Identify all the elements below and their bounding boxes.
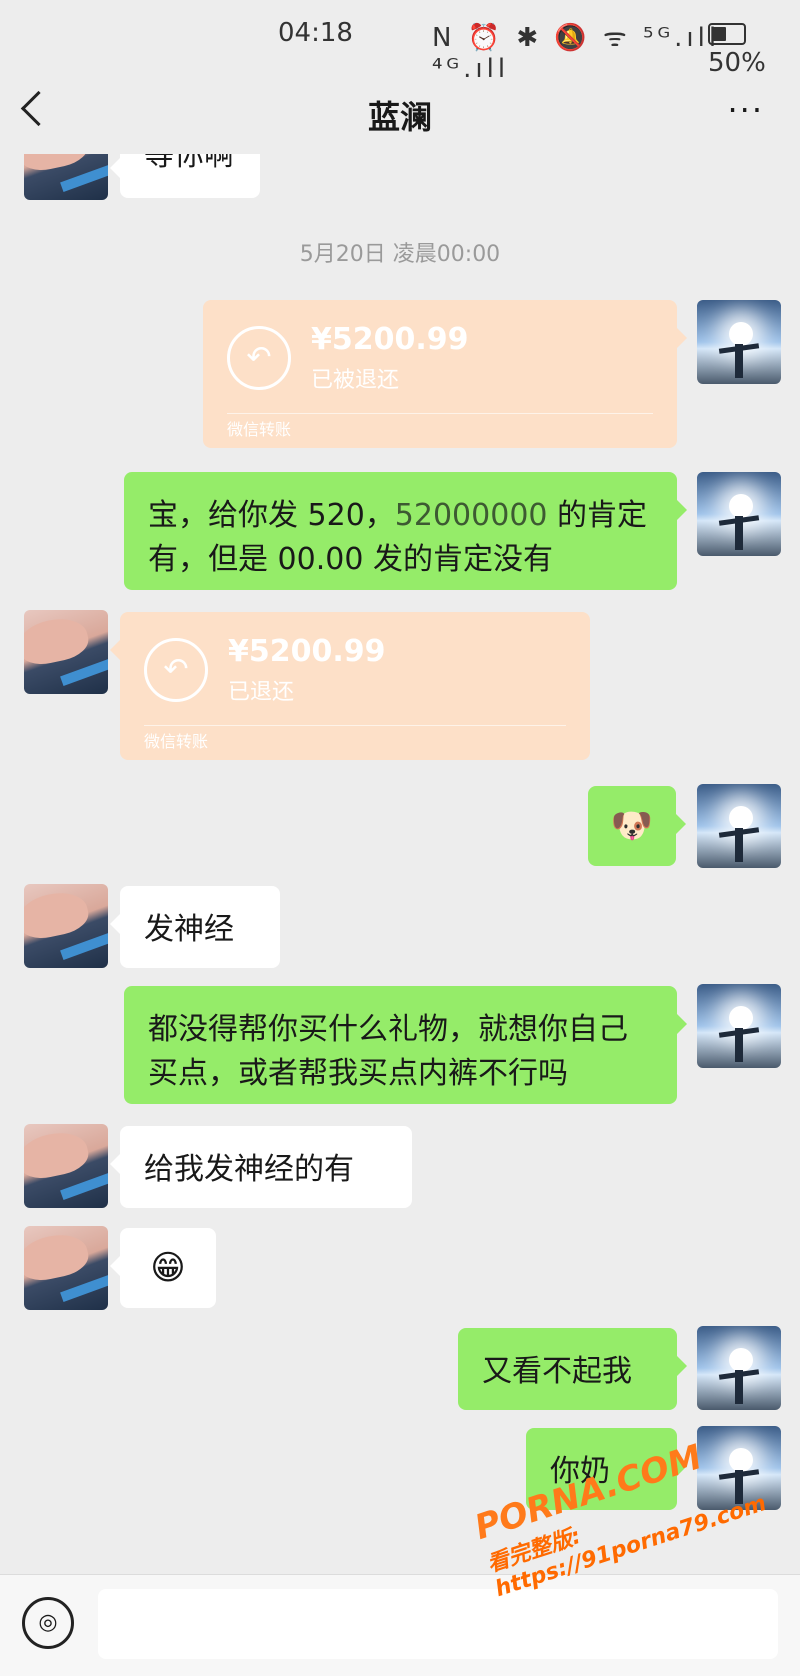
status-bar: 04:18 N ⏰ ✱ 🔕 ᯤ ⁵ᴳ.ıll ⁴ᴳ.ıll 50% <box>0 0 800 84</box>
contact-avatar[interactable] <box>24 884 108 968</box>
more-options-icon[interactable]: ··· <box>727 94 764 126</box>
message-bubble[interactable]: 等你啊 <box>110 154 260 198</box>
message-highlight: 52000000 <box>394 498 548 533</box>
message-text: 宝，给你发 520， <box>148 498 395 533</box>
chat-title: 蓝澜 <box>367 98 432 136</box>
message-text: 等你啊 <box>144 154 234 173</box>
message-bubble[interactable]: 都没得帮你买什么礼物，就想你自己买点，或者帮我买点内裤不行吗 <box>124 986 687 1104</box>
message-text: 都没得帮你买什么礼物，就想你自己买点，或者帮我买点内裤不行吗 <box>148 1012 628 1091</box>
my-avatar[interactable] <box>697 472 781 556</box>
message-bubble[interactable]: 给我发神经的有 <box>110 1126 412 1208</box>
message-timestamp: 5月20日 凌晨00:00 <box>299 242 501 267</box>
message-text: 给我发神经的有 <box>144 1152 354 1187</box>
contact-avatar[interactable] <box>24 154 108 200</box>
transfer-footer: 微信转账 <box>144 732 209 751</box>
message-bubble[interactable]: 🐶 <box>588 786 686 866</box>
transfer-amount: ¥5200.99 <box>311 322 469 357</box>
transfer-status: 已退还 <box>228 680 295 705</box>
transfer-card[interactable]: ↶ ¥5200.99 已退还 微信转账 <box>110 612 590 760</box>
my-avatar[interactable] <box>697 784 781 868</box>
chat-header: 蓝澜 ··· <box>0 70 800 154</box>
message-bubble[interactable]: 又看不起我 <box>458 1328 687 1410</box>
return-arrow-icon: ↶ <box>227 326 291 390</box>
transfer-divider <box>144 725 566 726</box>
battery-icon <box>708 22 746 45</box>
transfer-divider <box>227 413 653 414</box>
voice-icon[interactable]: ◎ <box>22 1597 74 1649</box>
chat-messages[interactable]: 等你啊 5月20日 凌晨00:00 ↶ ¥5200.99 已被退还 微信转账 宝… <box>0 154 800 1574</box>
message-text: 又看不起我 <box>482 1354 632 1389</box>
my-avatar[interactable] <box>697 1326 781 1410</box>
doge-emoji-icon: 🐶 <box>610 806 654 846</box>
transfer-footer: 微信转账 <box>227 420 292 439</box>
message-bubble[interactable]: 宝，给你发 520，52000000 的肯定有，但是 00.00 发的肯定没有 <box>124 472 687 590</box>
contact-avatar[interactable] <box>24 1226 108 1310</box>
my-avatar[interactable] <box>697 300 781 384</box>
message-bubble[interactable]: 😁 <box>110 1228 216 1308</box>
transfer-card[interactable]: ↶ ¥5200.99 已被退还 微信转账 <box>203 300 687 448</box>
status-time: 04:18 <box>278 18 353 48</box>
battery-indicator: 50% <box>708 18 800 78</box>
contact-avatar[interactable] <box>24 610 108 694</box>
my-avatar[interactable] <box>697 984 781 1068</box>
transfer-amount: ¥5200.99 <box>228 634 386 669</box>
grin-emoji-icon: 😁 <box>150 1248 186 1288</box>
return-arrow-icon: ↶ <box>144 638 208 702</box>
message-bubble[interactable]: 发神经 <box>110 886 280 968</box>
message-text: 发神经 <box>144 912 234 947</box>
contact-avatar[interactable] <box>24 1124 108 1208</box>
transfer-status: 已被退还 <box>311 368 400 393</box>
